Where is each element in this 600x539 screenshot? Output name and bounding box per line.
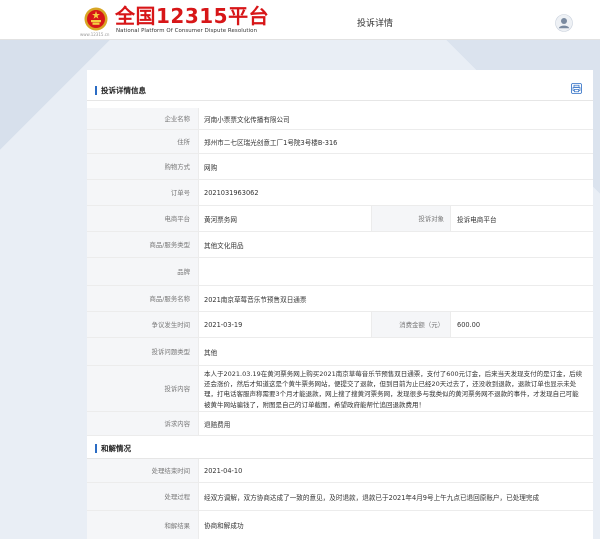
row-process: 处理过程 经双方调解，双方协商达成了一致的意见，及时退款，退款已于2021年4月…	[87, 483, 593, 511]
row-complaint-content: 投诉内容 本人于2021.03.19在黄河票务网上购买2021南京草莓音乐节预售…	[87, 366, 593, 412]
value-address: 郑州市二七区瑞光创意工厂1号院3号楼B-316	[204, 138, 338, 147]
row-result: 和解结果 协商和解成功	[87, 511, 593, 539]
logo-title[interactable]: 全国12315平台	[115, 5, 269, 27]
label-address: 住所	[87, 130, 199, 153]
value-dispute-date: 2021-03-19	[204, 320, 243, 329]
row-dispute-date: 争议发生时间 2021-03-19 消费金额（元） 600.00	[87, 312, 593, 338]
row-purchase-method: 购物方式 网购	[87, 154, 593, 180]
value-product-type: 其他文化用品	[204, 241, 244, 250]
value-product-name: 2021南京草莓音乐节预售双日通票	[204, 295, 307, 304]
label-company-name: 企业名称	[87, 108, 199, 129]
row-end-time: 处理结束时间 2021-04-10	[87, 459, 593, 483]
section-marker	[95, 86, 97, 95]
label-brand: 品牌	[87, 258, 199, 285]
label-issue-type: 投诉问题类型	[87, 338, 199, 365]
row-brand: 品牌	[87, 258, 593, 286]
row-product-type: 商品/服务类型 其他文化用品	[87, 232, 593, 258]
row-order-number: 订单号 2021031963062	[87, 180, 593, 206]
row-platform: 电商平台 黄河票务网 投诉对象 投诉电商平台	[87, 206, 593, 232]
row-address: 住所 郑州市二七区瑞光创意工厂1号院3号楼B-316	[87, 130, 593, 154]
print-icon[interactable]	[571, 83, 582, 94]
value-process: 经双方调解，双方协商达成了一致的意见，及时退款，退款已于2021年4月9号上午九…	[204, 493, 540, 502]
value-demand: 退赔费用	[204, 420, 231, 429]
label-amount: 消费金额（元）	[371, 312, 451, 337]
label-platform: 电商平台	[87, 206, 199, 231]
site-url: www.12315.cn	[80, 32, 110, 37]
complaint-section-header: 投诉详情信息	[87, 79, 593, 101]
label-complaint-target: 投诉对象	[371, 206, 451, 231]
label-result: 和解结果	[87, 511, 199, 539]
complaint-detail-card: 投诉详情信息 企业名称 河南小票票文化传播有限公司 住所 郑州市二七区瑞光创意工…	[87, 70, 593, 539]
value-issue-type: 其他	[204, 348, 218, 357]
value-amount: 600.00	[457, 320, 481, 329]
row-product-name: 商品/服务名称 2021南京草莓音乐节预售双日通票	[87, 286, 593, 312]
value-end-time: 2021-04-10	[204, 466, 243, 475]
row-issue-type: 投诉问题类型 其他	[87, 338, 593, 366]
site-header: www.12315.cn 全国12315平台 National Platform…	[0, 0, 600, 40]
value-platform: 黄河票务网	[204, 215, 237, 224]
label-end-time: 处理结束时间	[87, 459, 199, 482]
settlement-section-title: 和解情况	[101, 444, 131, 453]
label-purchase-method: 购物方式	[87, 154, 199, 179]
value-complaint-target: 投诉电商平台	[457, 215, 497, 224]
value-complaint-content: 本人于2021.03.19在黄河票务网上购买2021南京草莓音乐节预售双日通票，…	[204, 370, 583, 409]
label-complaint-content: 投诉内容	[87, 366, 199, 411]
label-process: 处理过程	[87, 483, 199, 510]
label-demand: 诉求内容	[87, 412, 199, 435]
national-emblem-icon[interactable]	[84, 7, 108, 31]
value-result: 协商和解成功	[204, 522, 244, 530]
complaint-section-title: 投诉详情信息	[101, 86, 146, 95]
value-purchase-method: 网购	[204, 163, 218, 172]
label-dispute-date: 争议发生时间	[87, 312, 199, 337]
value-company-name: 河南小票票文化传播有限公司	[204, 115, 290, 124]
section-marker	[95, 444, 97, 453]
user-avatar-icon[interactable]	[555, 14, 573, 32]
settlement-section-header: 和解情况	[87, 437, 593, 459]
row-demand: 诉求内容 退赔费用	[87, 412, 593, 436]
row-company-name: 企业名称 河南小票票文化传播有限公司	[87, 108, 593, 130]
value-order-number: 2021031963062	[204, 188, 259, 197]
label-product-type: 商品/服务类型	[87, 232, 199, 257]
label-order-number: 订单号	[87, 180, 199, 205]
label-product-name: 商品/服务名称	[87, 286, 199, 311]
logo-subtitle: National Platform Of Consumer Dispute Re…	[116, 28, 258, 34]
page-title: 投诉详情	[357, 19, 394, 29]
